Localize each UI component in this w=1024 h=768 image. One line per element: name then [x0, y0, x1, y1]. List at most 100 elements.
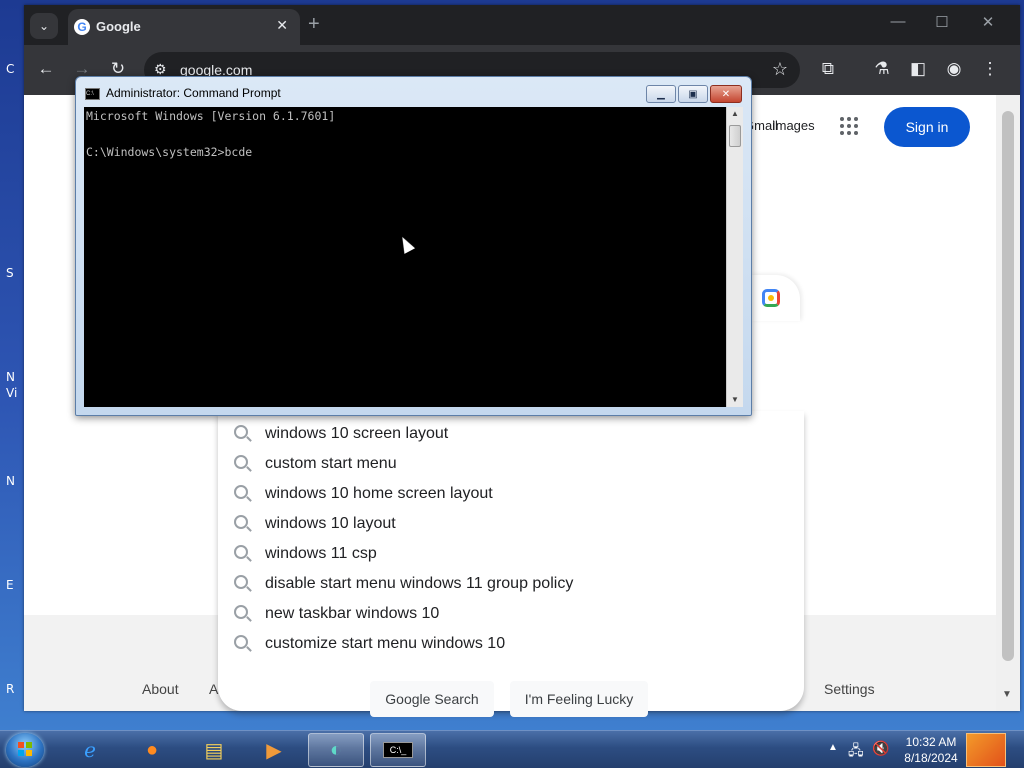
- search-icon: [234, 635, 248, 649]
- internet-explorer-icon: ℯ: [84, 739, 96, 762]
- suggestion-text: windows 10 screen layout: [265, 425, 449, 442]
- show-hidden-icons-arrow-icon[interactable]: ▲: [828, 742, 838, 753]
- close-icon: ✕: [721, 88, 731, 100]
- scroll-down-arrow-icon[interactable]: ▼: [1002, 689, 1012, 700]
- media-player-icon: ▶: [266, 739, 282, 762]
- volume-muted-icon[interactable]: 🔇: [872, 740, 889, 757]
- console-line: C:\Windows\system32>bcde: [86, 145, 253, 159]
- cmd-close-button[interactable]: ✕: [710, 85, 742, 103]
- side-panel-icon[interactable]: ◧: [906, 59, 930, 79]
- search-icon: [234, 575, 248, 589]
- feeling-lucky-button[interactable]: I'm Feeling Lucky: [510, 681, 648, 717]
- user-tile[interactable]: [966, 733, 1006, 767]
- edge-icon: ◐: [329, 738, 343, 761]
- search-icon: [234, 605, 248, 619]
- suggestion-item[interactable]: windows 11 csp: [218, 539, 804, 569]
- suggestion-item[interactable]: disable start menu windows 11 group poli…: [218, 569, 804, 599]
- google-lens-icon[interactable]: [762, 289, 780, 307]
- suggestion-text: windows 11 csp: [265, 545, 377, 562]
- restore-icon: ▣: [688, 88, 698, 100]
- start-button[interactable]: [6, 733, 44, 767]
- tab-close-icon[interactable]: ✕: [276, 17, 288, 34]
- windows-logo-icon: [18, 742, 32, 756]
- google-search-button[interactable]: Google Search: [370, 681, 494, 717]
- desktop-icon-label[interactable]: N: [6, 370, 22, 384]
- desktop-icon-label[interactable]: E: [6, 578, 22, 592]
- suggestion-text: customize start menu windows 10: [265, 635, 506, 652]
- minimize-icon: ▁: [657, 88, 665, 100]
- google-favicon-icon: G: [74, 19, 90, 35]
- new-tab-plus-icon[interactable]: +: [308, 13, 320, 36]
- suggestion-item[interactable]: windows 10 layout: [218, 509, 804, 539]
- suggestion-text: disable start menu windows 11 group poli…: [265, 575, 574, 592]
- taskbar-internet-explorer[interactable]: ℯ: [62, 733, 118, 767]
- clock-date: 8/18/2024: [904, 751, 958, 765]
- maximize-icon[interactable]: ☐: [930, 13, 954, 31]
- advertising-link[interactable]: A: [209, 681, 218, 697]
- suggestion-text: windows 10 layout: [265, 515, 396, 532]
- tab-title: Google: [96, 19, 141, 34]
- suggestion-text: new taskbar windows 10: [265, 605, 440, 622]
- folder-icon: ▤: [204, 739, 224, 762]
- taskbar-edge[interactable]: ◐: [308, 733, 364, 767]
- network-icon[interactable]: 🖧: [848, 740, 864, 764]
- settings-link[interactable]: Settings: [824, 681, 875, 697]
- images-link[interactable]: Images: [772, 118, 815, 133]
- cmd-window-title: Administrator: Command Prompt: [106, 86, 281, 100]
- suggestion-item[interactable]: custom start menu: [218, 449, 804, 479]
- about-link[interactable]: About: [142, 681, 179, 697]
- profile-avatar-icon[interactable]: ◉: [942, 59, 966, 79]
- cmd-minimize-button[interactable]: ▁: [646, 85, 676, 103]
- search-icon: [234, 485, 248, 499]
- suggestion-text: custom start menu: [265, 455, 397, 472]
- suggestion-item[interactable]: customize start menu windows 10: [218, 629, 804, 659]
- menu-kebab-icon[interactable]: ⋮: [978, 59, 1002, 79]
- cmd-console-output[interactable]: Microsoft Windows [Version 6.1.7601] C:\W…: [84, 107, 726, 407]
- suggestion-item[interactable]: windows 10 screen layout: [218, 419, 804, 449]
- suggestion-item[interactable]: windows 10 home screen layout: [218, 479, 804, 509]
- taskbar-clock[interactable]: 10:32 AM 8/18/2024: [898, 734, 964, 766]
- cmd-scrollbar[interactable]: ▲ ▼: [726, 107, 743, 407]
- desktop-icon-label[interactable]: S: [6, 266, 22, 280]
- back-arrow-icon[interactable]: ←: [34, 59, 58, 79]
- desktop-icon-label[interactable]: Vi: [6, 386, 22, 400]
- chevron-down-icon: ⌄: [38, 19, 50, 33]
- taskbar-media-player[interactable]: ▶: [246, 733, 302, 767]
- search-suggestions-dropdown: windows 10 screen layout custom start me…: [218, 411, 804, 717]
- suggestion-item[interactable]: new taskbar windows 10: [218, 599, 804, 629]
- sign-in-button[interactable]: Sign in: [884, 107, 970, 147]
- desktop-icon-label[interactable]: C: [6, 62, 22, 76]
- desktop-icon-label[interactable]: N: [6, 474, 22, 488]
- cmd-maximize-button[interactable]: ▣: [678, 85, 708, 103]
- suggestion-text: windows 10 home screen layout: [265, 485, 493, 502]
- cmd-scrollbar-thumb[interactable]: [729, 125, 741, 147]
- bookmark-star-icon[interactable]: ☆: [772, 59, 788, 80]
- close-window-icon[interactable]: ✕: [976, 13, 1000, 31]
- firefox-icon: ●: [145, 738, 159, 761]
- taskbar-file-explorer[interactable]: ▤: [186, 733, 242, 767]
- desktop-icon-label[interactable]: R: [6, 682, 22, 696]
- search-icon: [234, 425, 248, 439]
- cmd-icon: C:\_: [382, 742, 414, 758]
- taskbar-command-prompt[interactable]: C:\_: [370, 733, 426, 767]
- google-apps-grid-icon[interactable]: [840, 117, 858, 135]
- labs-flask-icon[interactable]: ⚗: [870, 59, 894, 79]
- page-scrollbar[interactable]: ▼: [996, 95, 1020, 711]
- clock-time: 10:32 AM: [905, 735, 957, 749]
- scroll-up-arrow-icon[interactable]: ▲: [731, 109, 739, 118]
- search-icon: [234, 455, 248, 469]
- cmd-app-icon: C:\: [85, 88, 100, 100]
- scroll-down-arrow-icon[interactable]: ▼: [731, 395, 739, 404]
- chrome-titlebar: ⌄ G Google ✕ + — ☐ ✕: [24, 5, 1020, 45]
- extensions-puzzle-icon[interactable]: ⧉: [816, 59, 840, 79]
- search-icon: [234, 515, 248, 529]
- search-icon: [234, 545, 248, 559]
- page-scrollbar-thumb[interactable]: [1002, 111, 1014, 661]
- minimize-icon[interactable]: —: [886, 13, 910, 30]
- taskbar: ℯ ● ▤ ▶ ◐ C:\_ ▲ 🖧 🔇 10:32 AM 8/18/2024: [0, 730, 1024, 768]
- tab-google[interactable]: G Google ✕: [68, 9, 300, 45]
- tab-search-button[interactable]: ⌄: [30, 13, 58, 39]
- taskbar-firefox[interactable]: ●: [124, 733, 180, 767]
- console-line: Microsoft Windows [Version 6.1.7601]: [86, 109, 336, 123]
